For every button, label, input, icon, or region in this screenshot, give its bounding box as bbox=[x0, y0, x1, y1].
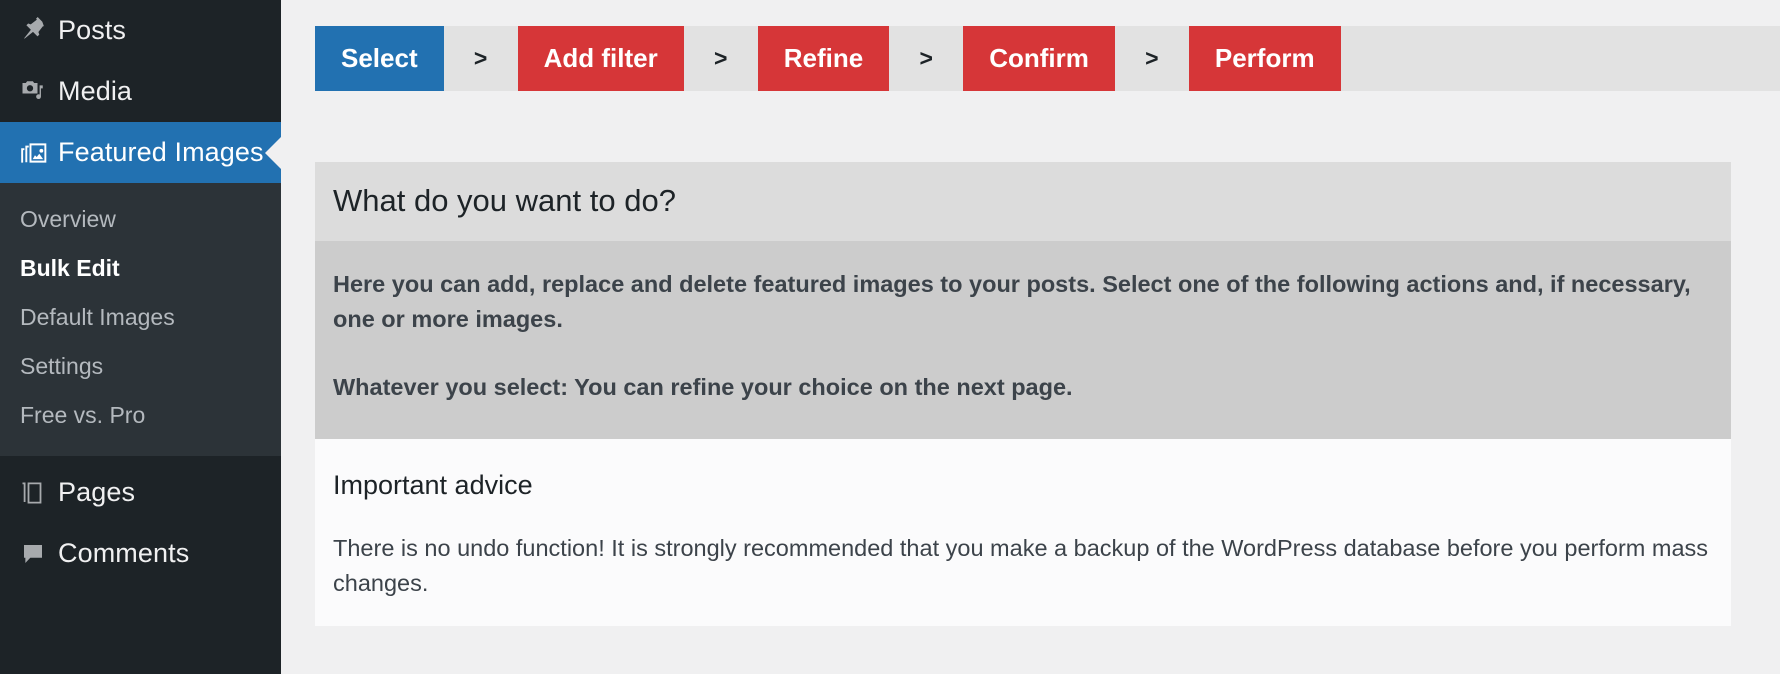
comment-bubble-icon bbox=[14, 539, 58, 569]
bulk-edit-panel: What do you want to do? Here you can add… bbox=[315, 162, 1731, 626]
page-title: What do you want to do? bbox=[333, 182, 1713, 219]
sidebar-subitem-settings[interactable]: Settings bbox=[0, 342, 281, 391]
pages-icon bbox=[14, 478, 58, 508]
sidebar-subitem-free-vs-pro[interactable]: Free vs. Pro bbox=[0, 391, 281, 440]
sidebar-item-pages[interactable]: Pages bbox=[0, 462, 281, 523]
step-button-add-filter[interactable]: Add filter bbox=[518, 26, 684, 91]
intro-paragraph-2: Whatever you select: You can refine your… bbox=[333, 370, 1713, 405]
sidebar-bottom-group: Pages Comments bbox=[0, 456, 281, 584]
panel-intro-block: Here you can add, replace and delete fea… bbox=[315, 241, 1731, 439]
camera-music-icon bbox=[14, 77, 58, 107]
sidebar-top-group: Posts Media bbox=[0, 0, 281, 183]
step-button-confirm[interactable]: Confirm bbox=[963, 26, 1115, 91]
intro-paragraph-1: Here you can add, replace and delete fea… bbox=[333, 267, 1713, 336]
step-button-refine[interactable]: Refine bbox=[758, 26, 889, 91]
sidebar-item-label: Pages bbox=[58, 479, 135, 506]
sidebar-item-comments[interactable]: Comments bbox=[0, 523, 281, 584]
step-separator-icon: > bbox=[889, 26, 963, 91]
step-separator-icon: > bbox=[1115, 26, 1189, 91]
main-content: Select > Add filter > Refine > Confirm >… bbox=[281, 0, 1780, 674]
panel-body-block: Important advice There is no undo functi… bbox=[315, 439, 1731, 626]
advice-title: Important advice bbox=[333, 469, 1713, 501]
sidebar-item-label: Comments bbox=[58, 540, 189, 567]
sidebar-item-media[interactable]: Media bbox=[0, 61, 281, 122]
step-separator-icon: > bbox=[684, 26, 758, 91]
admin-screen: Posts Media bbox=[0, 0, 1780, 674]
admin-sidebar: Posts Media bbox=[0, 0, 281, 674]
pin-icon bbox=[14, 16, 58, 46]
sidebar-subitem-default-images[interactable]: Default Images bbox=[0, 293, 281, 342]
step-button-perform[interactable]: Perform bbox=[1189, 26, 1341, 91]
sidebar-item-label: Posts bbox=[58, 17, 126, 44]
sidebar-item-label: Media bbox=[58, 78, 132, 105]
sidebar-subitem-bulk-edit[interactable]: Bulk Edit bbox=[0, 244, 281, 293]
sidebar-item-posts[interactable]: Posts bbox=[0, 0, 281, 61]
step-separator-icon: > bbox=[444, 26, 518, 91]
advice-text: There is no undo function! It is strongl… bbox=[333, 531, 1713, 600]
stacked-images-icon bbox=[14, 137, 58, 169]
step-button-select[interactable]: Select bbox=[315, 26, 444, 91]
sidebar-subitem-overview[interactable]: Overview bbox=[0, 195, 281, 244]
step-progress-bar: Select > Add filter > Refine > Confirm >… bbox=[315, 26, 1780, 91]
sidebar-submenu-featured-images: Overview Bulk Edit Default Images Settin… bbox=[0, 183, 281, 456]
panel-header: What do you want to do? bbox=[315, 162, 1731, 241]
step-bar-filler bbox=[1341, 26, 1780, 91]
sidebar-item-featured-images[interactable]: Featured Images bbox=[0, 122, 281, 183]
sidebar-item-label: Featured Images bbox=[58, 139, 264, 166]
